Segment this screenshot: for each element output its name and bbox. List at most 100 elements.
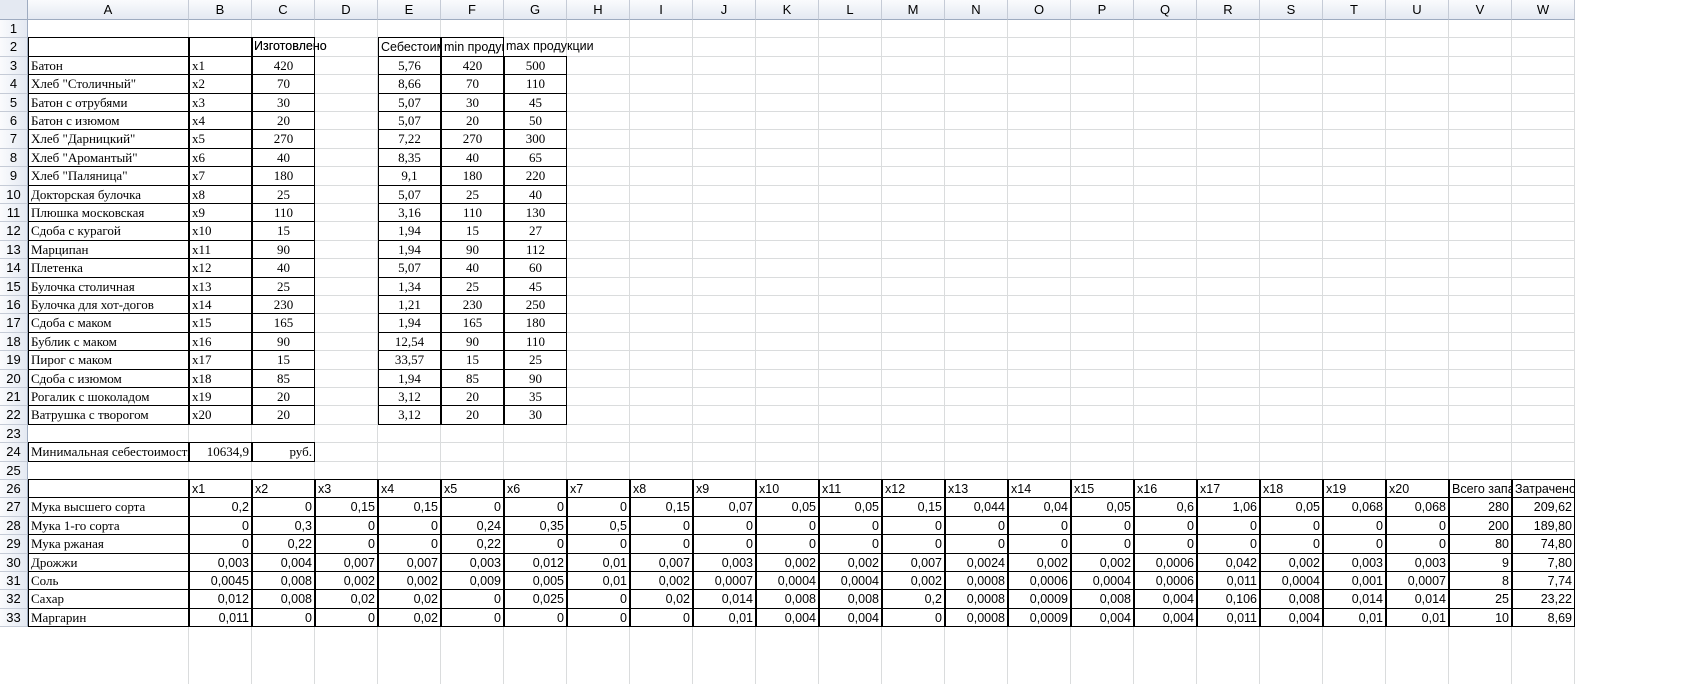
resource-value[interactable]: 0: [945, 515, 1008, 536]
product-made[interactable]: 180: [252, 166, 315, 186]
resource-col-header[interactable]: x6: [504, 479, 567, 499]
resource-value[interactable]: 0,002: [378, 571, 441, 591]
product-max[interactable]: 220: [504, 166, 567, 186]
resource-value[interactable]: 0: [630, 607, 693, 628]
resource-value[interactable]: 0,15: [630, 497, 693, 517]
row-header-5[interactable]: 5: [0, 93, 28, 112]
product-min[interactable]: 90: [441, 331, 504, 352]
resource-value[interactable]: 0: [1386, 515, 1449, 536]
resource-col-header[interactable]: Всего запасов: [1449, 479, 1512, 499]
resource-value[interactable]: 25: [1449, 589, 1512, 609]
resource-value[interactable]: 0: [378, 515, 441, 536]
resource-value[interactable]: 0,005: [504, 571, 567, 591]
column-header-Q[interactable]: Q: [1134, 0, 1197, 20]
column-header-I[interactable]: I: [630, 0, 693, 20]
resource-value[interactable]: 0,2: [882, 589, 945, 609]
resource-value[interactable]: 74,80: [1512, 534, 1575, 554]
product-max[interactable]: 110: [504, 331, 567, 352]
resource-value[interactable]: 0: [819, 534, 882, 554]
product-max[interactable]: 110: [504, 74, 567, 94]
product-name[interactable]: Батон с отрубями: [28, 92, 189, 112]
product-made[interactable]: 15: [252, 221, 315, 241]
row-header-30[interactable]: 30: [0, 553, 28, 572]
product-made[interactable]: 15: [252, 350, 315, 370]
resource-value[interactable]: 8: [1449, 571, 1512, 591]
resource-value[interactable]: 0,0008: [945, 589, 1008, 609]
resource-value[interactable]: 0: [693, 534, 756, 554]
product-var[interactable]: x19: [189, 387, 252, 407]
product-cost[interactable]: 5,76: [378, 55, 441, 76]
product-min[interactable]: 110: [441, 203, 504, 223]
resource-value[interactable]: 0,003: [1386, 552, 1449, 572]
resource-value[interactable]: 0: [567, 589, 630, 609]
resource-value[interactable]: 0: [567, 497, 630, 517]
product-max[interactable]: 180: [504, 313, 567, 333]
select-all-corner[interactable]: [0, 0, 28, 20]
product-cost[interactable]: 1,94: [378, 368, 441, 388]
resource-value[interactable]: 0,02: [378, 589, 441, 609]
resource-value[interactable]: 0: [630, 515, 693, 536]
row-header-4[interactable]: 4: [0, 75, 28, 94]
product-cost[interactable]: 1,21: [378, 295, 441, 315]
row-header-14[interactable]: 14: [0, 259, 28, 278]
product-max[interactable]: 130: [504, 203, 567, 223]
row-header-13[interactable]: 13: [0, 240, 28, 260]
product-min[interactable]: 270: [441, 129, 504, 149]
resource-value[interactable]: 0,0008: [945, 571, 1008, 591]
product-name[interactable]: Рогалик с шоколадом: [28, 387, 189, 407]
resource-value[interactable]: 0: [1134, 534, 1197, 554]
product-min[interactable]: 25: [441, 184, 504, 204]
row-header-11[interactable]: 11: [0, 204, 28, 223]
resource-value[interactable]: 0: [1260, 515, 1323, 536]
row-header-29[interactable]: 29: [0, 535, 28, 554]
column-header-P[interactable]: P: [1071, 0, 1134, 20]
product-var[interactable]: x16: [189, 331, 252, 352]
product-name[interactable]: Булочка для хот-догов: [28, 295, 189, 315]
product-name[interactable]: Плетенка: [28, 258, 189, 278]
resource-value[interactable]: 0,0007: [1386, 571, 1449, 591]
resource-value[interactable]: 209,62: [1512, 497, 1575, 517]
resource-value[interactable]: 0: [189, 515, 252, 536]
product-cost[interactable]: 5,07: [378, 92, 441, 112]
resource-col-header[interactable]: x7: [567, 479, 630, 499]
resource-value[interactable]: 0,014: [693, 589, 756, 609]
column-header-W[interactable]: W: [1512, 0, 1575, 20]
product-max[interactable]: 45: [504, 276, 567, 296]
row-header-20[interactable]: 20: [0, 369, 28, 388]
resource-col-header[interactable]: x3: [315, 479, 378, 499]
product-max[interactable]: 60: [504, 258, 567, 278]
product-min[interactable]: 15: [441, 221, 504, 241]
resource-value[interactable]: 0: [504, 534, 567, 554]
resource-value[interactable]: 0,014: [1386, 589, 1449, 609]
column-header-O[interactable]: O: [1008, 0, 1071, 20]
row-header-32[interactable]: 32: [0, 590, 28, 609]
resource-value[interactable]: 0,05: [1260, 497, 1323, 517]
resource-value[interactable]: 0: [1197, 515, 1260, 536]
resource-value[interactable]: 0,011: [1197, 607, 1260, 628]
product-min[interactable]: 70: [441, 74, 504, 94]
resource-col-header[interactable]: x9: [693, 479, 756, 499]
product-made[interactable]: 70: [252, 74, 315, 94]
resource-value[interactable]: 0,004: [819, 607, 882, 628]
row-header-6[interactable]: 6: [0, 112, 28, 131]
product-min[interactable]: 20: [441, 111, 504, 131]
resource-value[interactable]: 0,02: [315, 589, 378, 609]
min-header[interactable]: min продукции: [441, 37, 504, 57]
resource-value[interactable]: 0: [756, 515, 819, 536]
resource-value[interactable]: 0: [1134, 515, 1197, 536]
product-cost[interactable]: 8,35: [378, 147, 441, 168]
min-cost-label[interactable]: Минимальная себестоимость: [28, 442, 189, 462]
made-header[interactable]: Изготовлено: [252, 37, 378, 56]
row-header-19[interactable]: 19: [0, 351, 28, 370]
product-cost[interactable]: 3,12: [378, 387, 441, 407]
resource-value[interactable]: 0: [378, 534, 441, 554]
product-name[interactable]: Хлеб "Паляница": [28, 166, 189, 186]
resource-value[interactable]: 8,69: [1512, 607, 1575, 628]
resource-value[interactable]: 0,04: [1008, 497, 1071, 517]
row-header-3[interactable]: 3: [0, 56, 28, 76]
product-name[interactable]: Плюшка московская: [28, 203, 189, 223]
resource-value[interactable]: 0,002: [630, 571, 693, 591]
resource-value[interactable]: 10: [1449, 607, 1512, 628]
resource-value[interactable]: 0,15: [315, 497, 378, 517]
product-min[interactable]: 90: [441, 239, 504, 260]
